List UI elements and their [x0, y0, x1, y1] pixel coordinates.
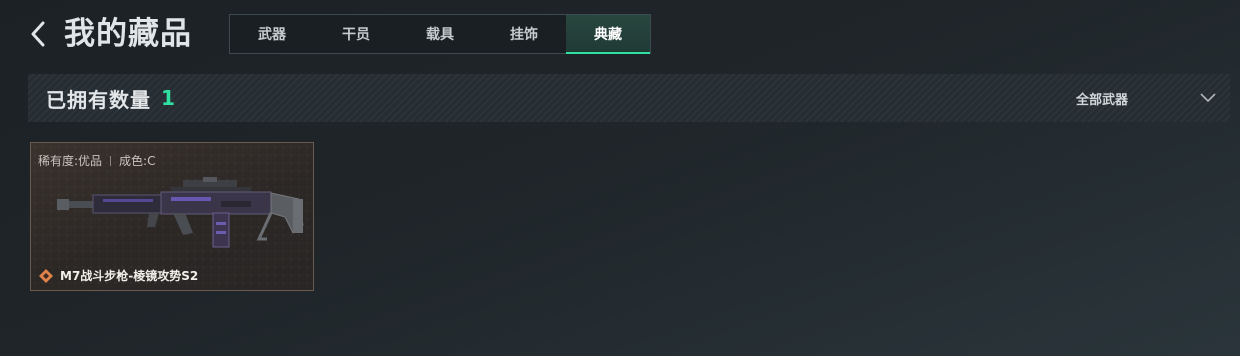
- chevron-left-icon: [31, 21, 45, 47]
- back-button[interactable]: [30, 14, 56, 54]
- page-title: 我的藏品: [64, 16, 192, 52]
- owned-count-label: 已拥有数量: [46, 87, 151, 112]
- rifle-icon: [57, 177, 304, 248]
- collection-item-card[interactable]: 稀有度:优品 成色:C M7战斗步枪-棱镜攻势S2: [30, 142, 314, 291]
- category-tabs: 武器 干员 载具 挂饰 典藏: [229, 14, 651, 54]
- header: 我的藏品: [30, 12, 192, 56]
- meta-divider: [110, 155, 112, 166]
- tab-vehicles[interactable]: 载具: [398, 15, 482, 53]
- item-name-row: M7战斗步枪-棱镜攻势S2: [39, 267, 198, 284]
- owned-count-value: 1: [161, 86, 175, 110]
- tab-operators[interactable]: 干员: [314, 15, 398, 53]
- tab-weapons[interactable]: 武器: [230, 15, 314, 53]
- weapon-filter-dropdown[interactable]: 全部武器: [1056, 74, 1216, 122]
- item-name: M7战斗步枪-棱镜攻势S2: [60, 269, 199, 283]
- summary-bar: 已拥有数量 1 全部武器: [28, 74, 1230, 122]
- card-meta: 稀有度:优品 成色:C: [38, 152, 155, 169]
- tab-collection[interactable]: 典藏: [566, 15, 650, 54]
- item-wear: 成色:C: [119, 154, 156, 168]
- item-rarity: 稀有度:优品: [38, 154, 103, 168]
- tab-charms[interactable]: 挂饰: [482, 15, 566, 53]
- chevron-down-icon: [1200, 93, 1216, 103]
- weapon-filter-label: 全部武器: [1076, 92, 1129, 108]
- diamond-icon: [39, 268, 53, 283]
